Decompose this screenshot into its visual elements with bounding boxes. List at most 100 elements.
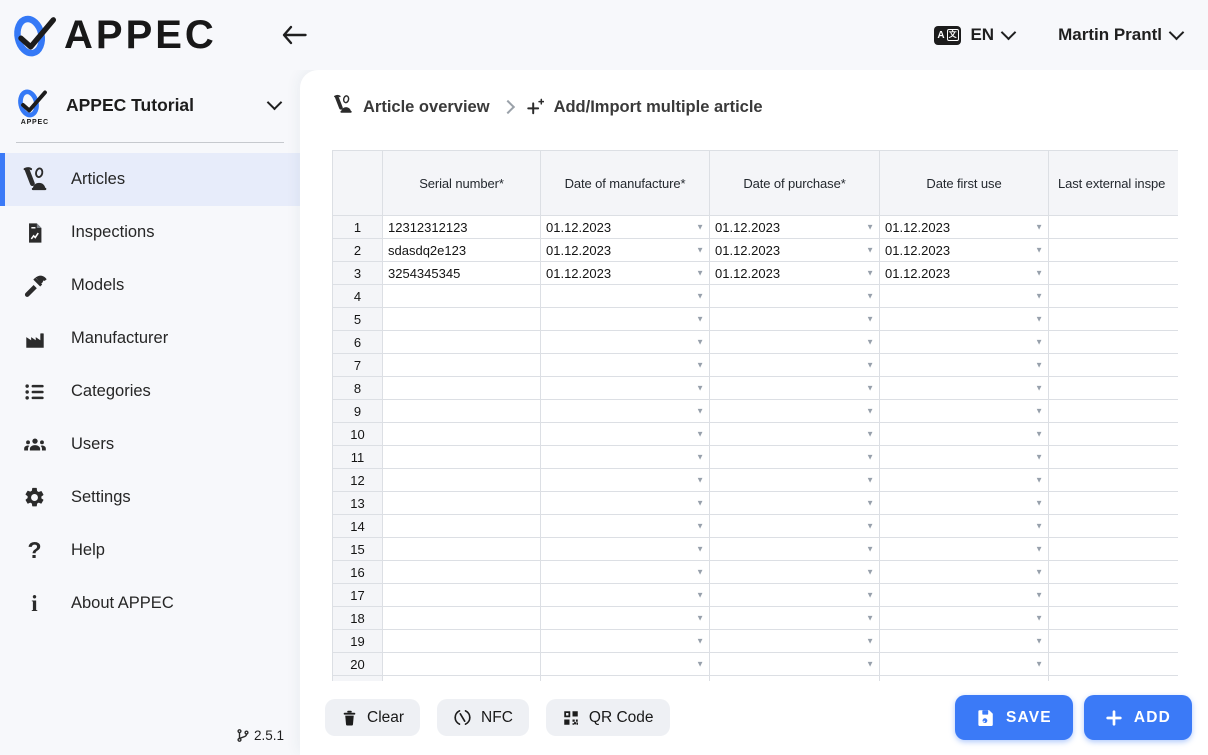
nfc-button[interactable]: NFC bbox=[437, 699, 529, 736]
dropdown-arrow-icon[interactable]: ▼ bbox=[866, 268, 874, 277]
serial-number-cell[interactable] bbox=[383, 653, 541, 676]
date-of-purchase-cell[interactable]: 01.12.2023▼ bbox=[710, 262, 880, 285]
serial-number-cell[interactable]: 12312312123 bbox=[383, 216, 541, 239]
sidebar-item-articles[interactable]: Articles bbox=[0, 153, 300, 206]
date-of-purchase-cell[interactable]: ▼ bbox=[710, 538, 880, 561]
dropdown-arrow-icon[interactable]: ▼ bbox=[866, 590, 874, 599]
last-external-inspection-cell[interactable] bbox=[1049, 216, 1179, 239]
date-of-manufacture-cell[interactable]: ▼ bbox=[541, 354, 710, 377]
date-of-manufacture-cell[interactable]: ▼ bbox=[541, 423, 710, 446]
dropdown-arrow-icon[interactable]: ▼ bbox=[1035, 521, 1043, 530]
date-of-purchase-cell[interactable]: ▼ bbox=[710, 607, 880, 630]
dropdown-arrow-icon[interactable]: ▼ bbox=[1035, 291, 1043, 300]
dropdown-arrow-icon[interactable]: ▼ bbox=[696, 222, 704, 231]
serial-number-cell[interactable] bbox=[383, 492, 541, 515]
serial-number-cell[interactable] bbox=[383, 377, 541, 400]
date-of-manufacture-cell[interactable]: ▼ bbox=[541, 538, 710, 561]
date-of-purchase-cell[interactable]: ▼ bbox=[710, 561, 880, 584]
date-of-purchase-cell[interactable]: ▼ bbox=[710, 584, 880, 607]
dropdown-arrow-icon[interactable]: ▼ bbox=[1035, 429, 1043, 438]
date-first-use-cell[interactable]: ▼ bbox=[880, 331, 1049, 354]
date-first-use-cell[interactable]: ▼ bbox=[880, 653, 1049, 676]
date-of-manufacture-cell[interactable]: ▼ bbox=[541, 308, 710, 331]
date-of-manufacture-cell[interactable]: ▼ bbox=[541, 446, 710, 469]
dropdown-arrow-icon[interactable]: ▼ bbox=[1035, 406, 1043, 415]
dropdown-arrow-icon[interactable]: ▼ bbox=[866, 498, 874, 507]
date-first-use-cell[interactable]: ▼ bbox=[880, 446, 1049, 469]
serial-number-cell[interactable] bbox=[383, 423, 541, 446]
back-button[interactable] bbox=[281, 24, 308, 46]
date-first-use-cell[interactable]: ▼ bbox=[880, 354, 1049, 377]
serial-number-cell[interactable] bbox=[383, 285, 541, 308]
dropdown-arrow-icon[interactable]: ▼ bbox=[866, 337, 874, 346]
user-menu[interactable]: Martin Prantl bbox=[1058, 25, 1182, 45]
date-of-manufacture-cell[interactable]: ▼ bbox=[541, 469, 710, 492]
date-first-use-cell[interactable]: ▼ bbox=[880, 538, 1049, 561]
date-of-purchase-cell[interactable]: ▼ bbox=[710, 469, 880, 492]
dropdown-arrow-icon[interactable]: ▼ bbox=[696, 475, 704, 484]
date-of-purchase-cell[interactable]: ▼ bbox=[710, 653, 880, 676]
dropdown-arrow-icon[interactable]: ▼ bbox=[1035, 268, 1043, 277]
dropdown-arrow-icon[interactable]: ▼ bbox=[866, 613, 874, 622]
sidebar-item-settings[interactable]: Settings bbox=[0, 471, 300, 524]
serial-number-cell[interactable] bbox=[383, 538, 541, 561]
last-external-inspection-cell[interactable] bbox=[1049, 561, 1179, 584]
sidebar-item-about-appec[interactable]: iAbout APPEC bbox=[0, 577, 300, 630]
dropdown-arrow-icon[interactable]: ▼ bbox=[866, 222, 874, 231]
date-of-purchase-cell[interactable]: ▼ bbox=[710, 285, 880, 308]
date-first-use-cell[interactable]: 01.12.2023▼ bbox=[880, 216, 1049, 239]
date-first-use-cell[interactable]: 01.12.2023▼ bbox=[880, 239, 1049, 262]
dropdown-arrow-icon[interactable]: ▼ bbox=[1035, 590, 1043, 599]
last-external-inspection-cell[interactable] bbox=[1049, 400, 1179, 423]
dropdown-arrow-icon[interactable]: ▼ bbox=[1035, 659, 1043, 668]
last-external-inspection-cell[interactable] bbox=[1049, 285, 1179, 308]
sidebar-item-users[interactable]: Users bbox=[0, 418, 300, 471]
dropdown-arrow-icon[interactable]: ▼ bbox=[1035, 636, 1043, 645]
breadcrumb-article-overview[interactable]: Article overview bbox=[363, 98, 490, 117]
date-of-purchase-cell[interactable]: ▼ bbox=[710, 354, 880, 377]
dropdown-arrow-icon[interactable]: ▼ bbox=[696, 429, 704, 438]
date-of-purchase-cell[interactable]: ▼ bbox=[710, 400, 880, 423]
dropdown-arrow-icon[interactable]: ▼ bbox=[1035, 360, 1043, 369]
serial-number-cell[interactable] bbox=[383, 630, 541, 653]
dropdown-arrow-icon[interactable]: ▼ bbox=[866, 291, 874, 300]
last-external-inspection-cell[interactable] bbox=[1049, 492, 1179, 515]
serial-number-cell[interactable] bbox=[383, 515, 541, 538]
dropdown-arrow-icon[interactable]: ▼ bbox=[1035, 383, 1043, 392]
date-of-purchase-cell[interactable]: ▼ bbox=[710, 446, 880, 469]
date-of-manufacture-cell[interactable]: ▼ bbox=[541, 515, 710, 538]
dropdown-arrow-icon[interactable]: ▼ bbox=[696, 268, 704, 277]
last-external-inspection-cell[interactable] bbox=[1049, 262, 1179, 285]
add-button[interactable]: ADD bbox=[1084, 695, 1192, 740]
last-external-inspection-cell[interactable] bbox=[1049, 354, 1179, 377]
dropdown-arrow-icon[interactable]: ▼ bbox=[1035, 337, 1043, 346]
qr-code-button[interactable]: QR Code bbox=[546, 699, 670, 736]
dropdown-arrow-icon[interactable]: ▼ bbox=[1035, 567, 1043, 576]
date-of-purchase-cell[interactable]: ▼ bbox=[710, 515, 880, 538]
date-first-use-cell[interactable]: ▼ bbox=[880, 308, 1049, 331]
serial-number-cell[interactable] bbox=[383, 308, 541, 331]
dropdown-arrow-icon[interactable]: ▼ bbox=[696, 337, 704, 346]
date-first-use-cell[interactable]: ▼ bbox=[880, 285, 1049, 308]
sidebar-item-categories[interactable]: Categories bbox=[0, 365, 300, 418]
dropdown-arrow-icon[interactable]: ▼ bbox=[1035, 245, 1043, 254]
date-of-manufacture-cell[interactable]: 01.12.2023▼ bbox=[541, 239, 710, 262]
sidebar-item-manufacturer[interactable]: Manufacturer bbox=[0, 312, 300, 365]
date-of-manufacture-cell[interactable]: ▼ bbox=[541, 653, 710, 676]
last-external-inspection-cell[interactable] bbox=[1049, 331, 1179, 354]
dropdown-arrow-icon[interactable]: ▼ bbox=[696, 383, 704, 392]
serial-number-cell[interactable] bbox=[383, 584, 541, 607]
last-external-inspection-cell[interactable] bbox=[1049, 630, 1179, 653]
serial-number-cell[interactable] bbox=[383, 469, 541, 492]
serial-number-cell[interactable] bbox=[383, 607, 541, 630]
dropdown-arrow-icon[interactable]: ▼ bbox=[866, 245, 874, 254]
date-of-purchase-cell[interactable]: 01.12.2023▼ bbox=[710, 216, 880, 239]
date-of-manufacture-cell[interactable]: ▼ bbox=[541, 377, 710, 400]
dropdown-arrow-icon[interactable]: ▼ bbox=[1035, 452, 1043, 461]
date-of-purchase-cell[interactable]: ▼ bbox=[710, 331, 880, 354]
dropdown-arrow-icon[interactable]: ▼ bbox=[696, 291, 704, 300]
language-selector[interactable]: A文 EN bbox=[934, 25, 1014, 45]
serial-number-cell[interactable] bbox=[383, 354, 541, 377]
sidebar-item-models[interactable]: Models bbox=[0, 259, 300, 312]
dropdown-arrow-icon[interactable]: ▼ bbox=[866, 475, 874, 484]
